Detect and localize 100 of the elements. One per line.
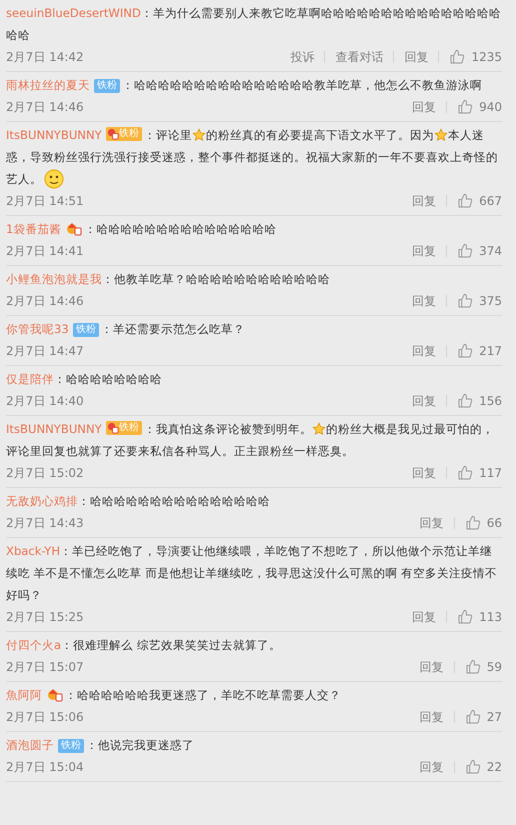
comment-time: 2月7日 14:46 bbox=[6, 98, 85, 116]
comment-time: 2月7日 15:04 bbox=[6, 758, 85, 776]
fan-badge: 铁粉 bbox=[106, 127, 142, 141]
star-icon bbox=[312, 422, 326, 436]
user-name-link[interactable]: Xback-YH bbox=[6, 544, 60, 558]
comment-text: 本人迷 bbox=[448, 128, 484, 142]
star-icon bbox=[192, 128, 206, 142]
comment-text: 艺人。 bbox=[6, 172, 42, 186]
action-link[interactable]: 投诉 bbox=[280, 48, 324, 66]
comment-time: 2月7日 14:41 bbox=[6, 242, 85, 260]
comment-text: ：哈哈哈哈哈哈哈哈 bbox=[54, 372, 162, 386]
comment-text: 哈哈 bbox=[6, 28, 30, 42]
thumbs-up-icon bbox=[457, 609, 474, 625]
comment-text: 续吃 羊不是不懂怎么吃草 而是他想让羊继续吃，我寻思这没什么可黑的啊 有空多关注疫情不 bbox=[6, 566, 498, 580]
thumbs-up-icon bbox=[457, 393, 474, 409]
comment-time: 2月7日 14:43 bbox=[6, 514, 85, 532]
comment-text: ：很难理解么 综艺效果笑笑过去就算了。 bbox=[61, 638, 281, 652]
action-link[interactable]: 查看对话 bbox=[325, 48, 394, 66]
thumbs-up-icon bbox=[464, 709, 481, 725]
comment-text: 惑，导致粉丝强行洗强行接受迷惑，整个事件都挺迷的。祝福大家新的一年不要喜欢上奇怪的 bbox=[6, 150, 498, 164]
like-button[interactable]: 374 bbox=[447, 243, 502, 259]
action-link[interactable]: 回复 bbox=[402, 192, 446, 210]
user-name-link[interactable]: 魚阿阿 bbox=[6, 688, 42, 702]
thumbs-up-icon bbox=[464, 659, 481, 675]
thumbs-up-icon bbox=[449, 49, 466, 65]
comment-text: ：羊已经吃饱了，导演要让他继续喂，羊吃饱了不想吃了，所以他做个示范让羊继 bbox=[60, 544, 492, 558]
user-name-link[interactable]: ItsBUNNYBUNNY bbox=[6, 422, 102, 436]
user-name-link[interactable]: 酒泡圆子 bbox=[6, 738, 54, 752]
comment-text: ：哈哈哈哈哈哈我更迷惑了，羊吃不吃草需要人交？ bbox=[65, 688, 341, 702]
action-link[interactable]: 回复 bbox=[402, 464, 446, 482]
comment-text: ：我真怕这条评论被赞到明年。 bbox=[144, 422, 312, 436]
comment-time: 2月7日 15:02 bbox=[6, 464, 85, 482]
user-name-link[interactable]: 仅是陪伴 bbox=[6, 372, 54, 386]
star-icon bbox=[434, 128, 448, 142]
comment-text: 的粉丝大概是我见过最可怕的， bbox=[326, 422, 494, 436]
user-name-link[interactable]: seeuinBlueDesertWIND bbox=[6, 6, 141, 20]
user-name-link[interactable]: 1袋番茄酱 bbox=[6, 222, 62, 236]
like-button[interactable]: 27 bbox=[454, 709, 502, 725]
thumbs-up-icon bbox=[464, 515, 481, 531]
thumbs-up-icon bbox=[457, 293, 474, 309]
comment-text: ：哈哈哈哈哈哈哈哈哈哈哈哈哈哈哈 bbox=[78, 494, 270, 508]
action-link[interactable]: 回复 bbox=[402, 342, 446, 360]
comment-text: 评论里回复也就算了还要来私信各种骂人。正主跟粉丝一样恶臭。 bbox=[6, 444, 354, 458]
comment-text: ：他教羊吃草？哈哈哈哈哈哈哈哈哈哈哈哈 bbox=[102, 272, 330, 286]
like-button[interactable]: 1235 bbox=[439, 49, 502, 65]
fan-icon bbox=[47, 688, 63, 702]
like-button[interactable]: 667 bbox=[447, 193, 502, 209]
comment-time: 2月7日 14:51 bbox=[6, 192, 85, 210]
smiley-icon bbox=[44, 169, 64, 189]
user-name-link[interactable]: 雨林拉丝的夏天 bbox=[6, 78, 90, 92]
comment-time: 2月7日 15:07 bbox=[6, 658, 85, 676]
like-button[interactable]: 66 bbox=[454, 515, 502, 531]
comment-text: ：羊还需要示范怎么吃草？ bbox=[100, 322, 245, 336]
thumbs-up-icon bbox=[457, 465, 474, 481]
comment-text: 好吗？ bbox=[6, 588, 42, 602]
fan-icon bbox=[66, 222, 82, 236]
action-link[interactable]: 回复 bbox=[410, 658, 454, 676]
fan-badge: 铁粉 bbox=[58, 739, 84, 753]
comment-time: 2月7日 14:47 bbox=[6, 342, 85, 360]
user-name-link[interactable]: 付四个火a bbox=[6, 638, 62, 652]
like-button[interactable]: 156 bbox=[447, 393, 502, 409]
action-link[interactable]: 回复 bbox=[402, 292, 446, 310]
comment-text: ：羊为什么需要别人来教它吃草啊哈哈哈哈哈哈哈哈哈哈哈哈哈哈哈 bbox=[140, 6, 501, 20]
thumbs-up-icon bbox=[457, 243, 474, 259]
action-link[interactable]: 回复 bbox=[402, 608, 446, 626]
user-name-link[interactable]: 小鲤鱼泡泡就是我 bbox=[6, 272, 102, 286]
comment-time: 2月7日 14:40 bbox=[6, 392, 85, 410]
comment-text: ：评论里 bbox=[144, 128, 192, 142]
action-link[interactable]: 回复 bbox=[402, 242, 446, 260]
action-link[interactable]: 回复 bbox=[410, 514, 454, 532]
thumbs-up-icon bbox=[457, 343, 474, 359]
thumbs-up-icon bbox=[457, 99, 474, 115]
comment-time: 2月7日 15:25 bbox=[6, 608, 85, 626]
like-button[interactable]: 117 bbox=[447, 465, 502, 481]
action-link[interactable]: 回复 bbox=[410, 758, 454, 776]
fan-badge: 铁粉 bbox=[72, 323, 99, 337]
user-name-link[interactable]: 你管我呢33 bbox=[6, 322, 69, 336]
like-button[interactable]: 217 bbox=[447, 343, 502, 359]
comment-text: ：哈哈哈哈哈哈哈哈哈哈哈哈哈哈哈 bbox=[84, 222, 276, 236]
action-link[interactable]: 回复 bbox=[402, 98, 446, 116]
thumbs-up-icon bbox=[464, 759, 481, 775]
like-button[interactable]: 113 bbox=[447, 609, 502, 625]
comment-time: 2月7日 14:42 bbox=[6, 48, 85, 66]
comment-text: ：哈哈哈哈哈哈哈哈哈哈哈哈哈哈哈教羊吃草，他怎么不教鱼游泳啊 bbox=[122, 78, 482, 92]
fan-badge: 铁粉 bbox=[106, 421, 142, 435]
like-button[interactable]: 375 bbox=[447, 293, 502, 309]
thumbs-up-icon bbox=[457, 193, 474, 209]
like-button[interactable]: 22 bbox=[454, 759, 502, 775]
comment-time: 2月7日 15:06 bbox=[6, 708, 85, 726]
comment-time: 2月7日 14:46 bbox=[6, 292, 85, 310]
fan-badge: 铁粉 bbox=[94, 79, 120, 93]
action-link[interactable]: 回复 bbox=[410, 708, 454, 726]
user-name-link[interactable]: ItsBUNNYBUNNY bbox=[6, 128, 102, 142]
comment-text: ：他说完我更迷惑了 bbox=[86, 738, 194, 752]
user-name-link[interactable]: 无敌奶心鸡排 bbox=[6, 494, 78, 508]
like-button[interactable]: 940 bbox=[447, 99, 502, 115]
like-button[interactable]: 59 bbox=[454, 659, 502, 675]
comment-text: 的粉丝真的有必要提高下语文水平了。因为 bbox=[206, 128, 434, 142]
action-link[interactable]: 回复 bbox=[402, 392, 446, 410]
action-link[interactable]: 回复 bbox=[394, 48, 438, 66]
